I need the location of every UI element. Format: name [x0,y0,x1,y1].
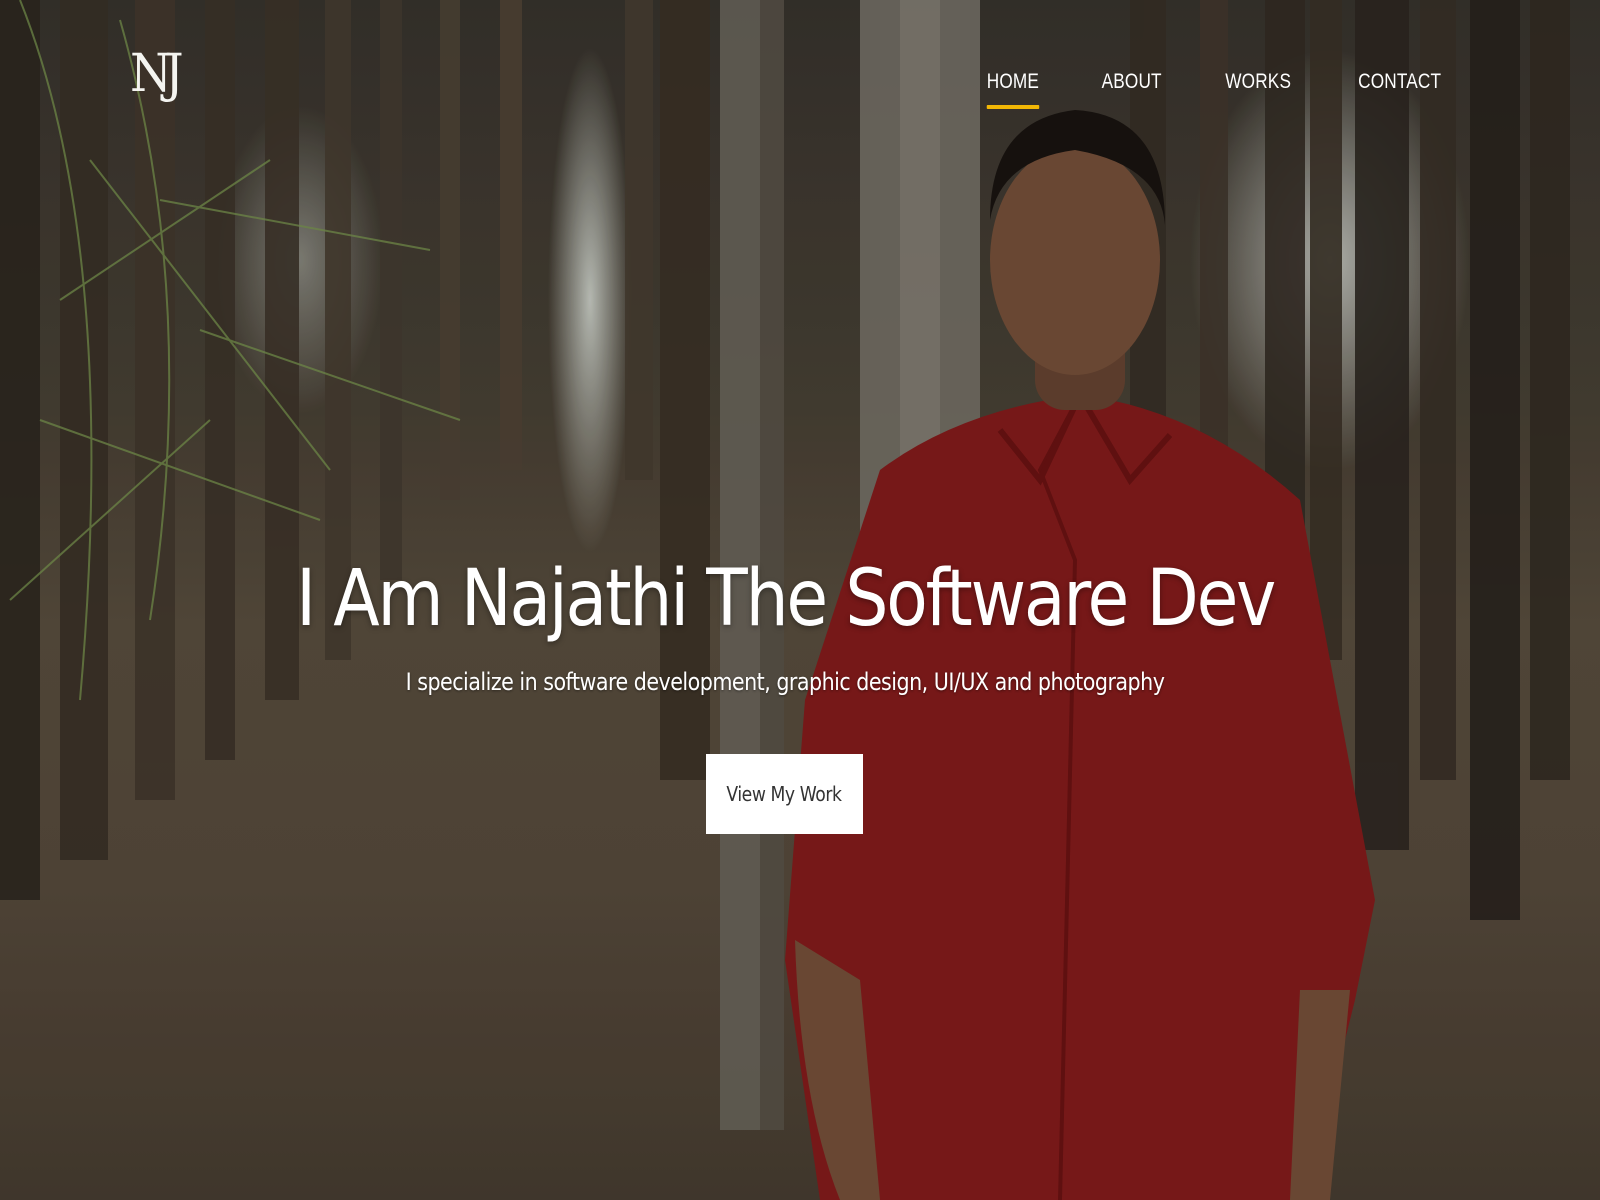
nav-link-about[interactable]: ABOUT [1102,70,1162,94]
site-logo[interactable]: NJ [130,48,184,100]
nav-link-contact[interactable]: CONTACT [1358,70,1441,94]
top-navigation: NJ HOME ABOUT WORKS CONTACT [0,0,1600,130]
view-my-work-label: View My Work [726,782,842,806]
hero-content: I Am Najathi The Software Dev I speciali… [0,560,1600,834]
hero-tagline: I specialize in software development, gr… [405,668,1165,696]
hero-headline: I Am Najathi The Software Dev [295,554,1276,644]
main-menu: HOME ABOUT WORKS CONTACT [981,70,1450,109]
nav-link-works[interactable]: WORKS [1226,70,1292,94]
view-my-work-button[interactable]: View My Work [705,754,863,834]
nav-link-home[interactable]: HOME [986,70,1040,109]
hero-section: NJ HOME ABOUT WORKS CONTACT I Am Najathi… [0,0,1600,1200]
